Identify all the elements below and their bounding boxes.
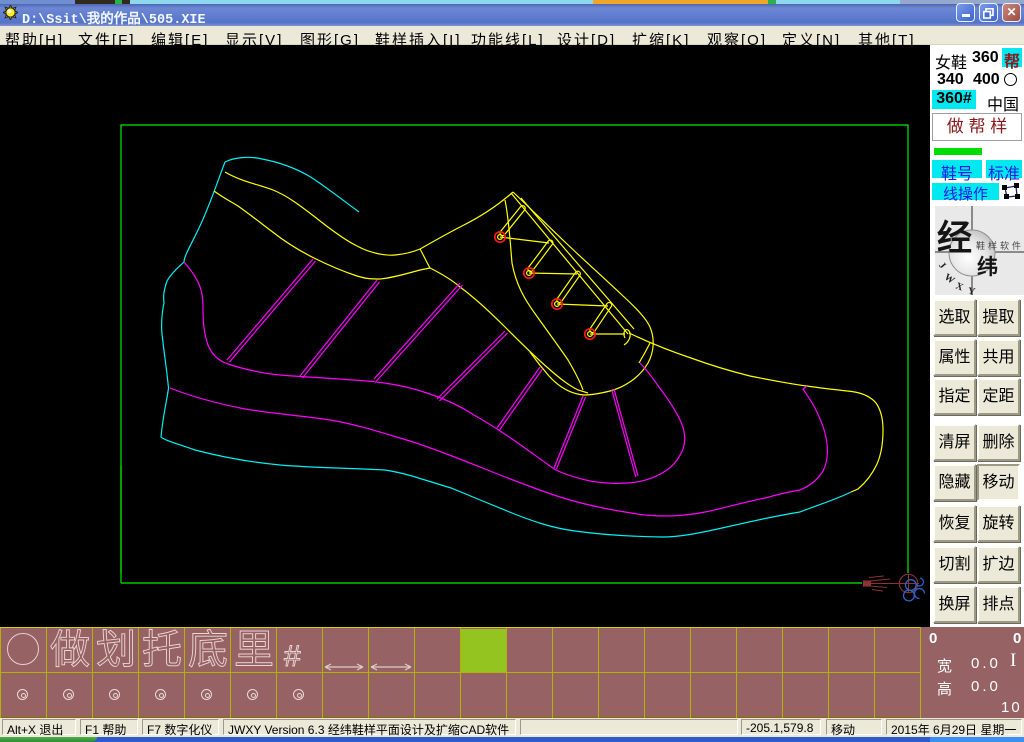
- svg-text:纬: 纬: [977, 255, 998, 279]
- svg-text:X: X: [954, 281, 966, 294]
- svg-text:J: J: [936, 260, 948, 271]
- svg-text:经: 经: [937, 219, 972, 258]
- svg-text:W: W: [942, 272, 957, 287]
- svg-text:Y: Y: [967, 286, 977, 295]
- svg-text:鞋样软件: 鞋样软件: [976, 240, 1024, 251]
